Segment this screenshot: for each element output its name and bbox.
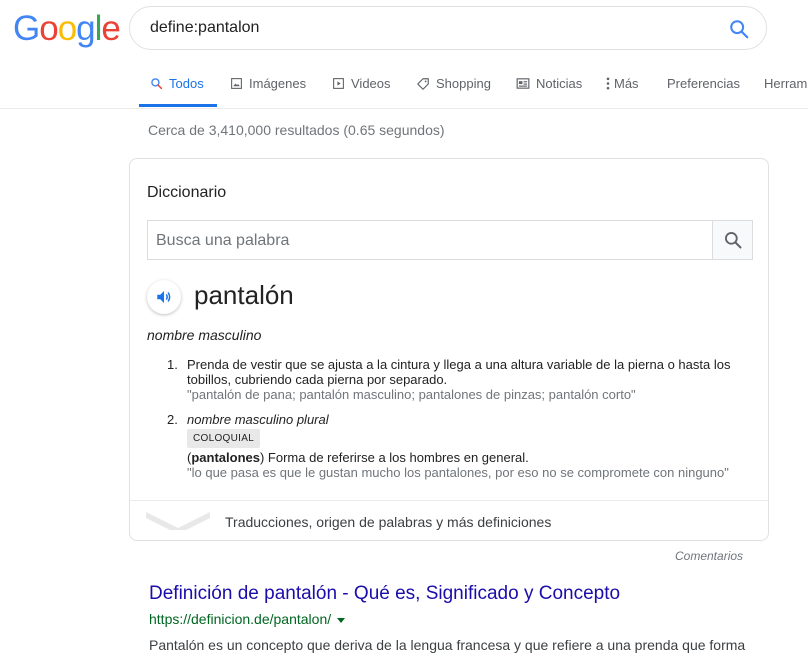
definition-example: "pantalón de pana; pantalón masculino; p… bbox=[187, 387, 636, 402]
logo-letter: e bbox=[101, 9, 120, 48]
dictionary-search-button[interactable] bbox=[712, 220, 753, 260]
logo-letter: o bbox=[39, 9, 58, 48]
news-icon bbox=[516, 78, 530, 89]
definition-text: Forma de referirse a los hombres en gene… bbox=[264, 450, 529, 465]
tab-videos[interactable]: Videos bbox=[332, 76, 391, 91]
definition-example: "lo que pasa es que le gustan mucho los … bbox=[187, 465, 729, 480]
pronunciation-button[interactable] bbox=[147, 280, 181, 314]
result-url[interactable]: https://definicion.de/pantalon/ bbox=[149, 611, 346, 627]
part-of-speech: nombre masculino bbox=[147, 327, 262, 343]
definition-text-line: (pantalones) Forma de referirse a los ho… bbox=[187, 450, 529, 465]
speaker-icon bbox=[157, 291, 171, 303]
logo-letter: g bbox=[76, 9, 95, 48]
result-stats: Cerca de 3,410,000 resultados (0.65 segu… bbox=[148, 122, 445, 138]
dictionary-search-input[interactable]: Busca una palabra bbox=[147, 220, 713, 260]
tab-label: Noticias bbox=[536, 76, 583, 91]
tab-noticias[interactable]: Noticias bbox=[516, 76, 582, 91]
tab-label: Videos bbox=[351, 76, 391, 91]
definition-text: Prenda de vestir que se ajusta a la cint… bbox=[187, 357, 731, 387]
result-url-text: https://definicion.de/pantalon/ bbox=[149, 611, 332, 627]
definition-number: 1. bbox=[167, 357, 178, 372]
tab-imagenes[interactable]: Imágenes bbox=[230, 76, 306, 91]
tab-preferencias[interactable]: Preferencias bbox=[667, 76, 740, 91]
search-box[interactable]: define:pantalon bbox=[129, 6, 767, 50]
search-icon[interactable] bbox=[728, 18, 750, 40]
search-tabs: Todos Imágenes Videos Shopping Noticias bbox=[0, 66, 808, 109]
tab-label: Preferencias bbox=[667, 76, 740, 91]
tab-herramientas[interactable]: Herram bbox=[764, 76, 807, 91]
search-icon bbox=[724, 232, 741, 249]
definition-item: 1. Prenda de vestir que se ajusta a la c… bbox=[167, 357, 767, 405]
card-divider bbox=[130, 500, 768, 501]
tab-label: Herram bbox=[764, 76, 808, 91]
tab-label: Imágenes bbox=[249, 76, 307, 91]
dropdown-arrow-icon[interactable] bbox=[337, 617, 346, 623]
play-icon bbox=[333, 78, 344, 89]
tab-mas[interactable]: Más bbox=[606, 76, 639, 91]
search-icon bbox=[151, 78, 163, 90]
tab-label: Shopping bbox=[436, 76, 491, 91]
definition-item: 2. nombre masculino plural COLOQUIAL (pa… bbox=[167, 412, 767, 482]
headword: pantalón bbox=[194, 280, 294, 310]
logo-letter: o bbox=[57, 9, 77, 48]
google-logo[interactable]: Google bbox=[13, 9, 121, 48]
more-vert-icon bbox=[606, 77, 610, 90]
logo-letter: G bbox=[13, 9, 40, 48]
active-tab-indicator bbox=[139, 104, 217, 107]
tab-shopping[interactable]: Shopping bbox=[416, 76, 491, 91]
logo-letter: l bbox=[94, 9, 103, 48]
more-definitions-link[interactable]: Traducciones, origen de palabras y más d… bbox=[225, 514, 551, 530]
dictionary-card: Diccionario Busca una palabra pantalón n… bbox=[129, 158, 769, 541]
definition-number: 2. bbox=[167, 412, 178, 427]
dictionary-search-placeholder: Busca una palabra bbox=[156, 232, 290, 249]
chevron-down-icon[interactable] bbox=[146, 510, 210, 530]
tab-todos[interactable]: Todos bbox=[150, 76, 204, 91]
definition-pos: nombre masculino plural bbox=[187, 412, 329, 427]
definition-bold-word: pantalones bbox=[191, 450, 260, 465]
tab-label: Más bbox=[614, 76, 639, 91]
register-badge: COLOQUIAL bbox=[187, 429, 261, 448]
image-icon bbox=[231, 78, 242, 89]
result-snippet: Pantalón es un concepto que deriva de la… bbox=[149, 637, 746, 653]
card-title: Diccionario bbox=[147, 184, 227, 201]
search-input[interactable]: define:pantalon bbox=[150, 19, 259, 37]
result-title-link[interactable]: Definición de pantalón - Qué es, Signifi… bbox=[149, 583, 620, 605]
feedback-link[interactable]: Comentarios bbox=[675, 549, 743, 563]
tab-label: Todos bbox=[169, 76, 204, 91]
tag-icon bbox=[417, 77, 429, 90]
